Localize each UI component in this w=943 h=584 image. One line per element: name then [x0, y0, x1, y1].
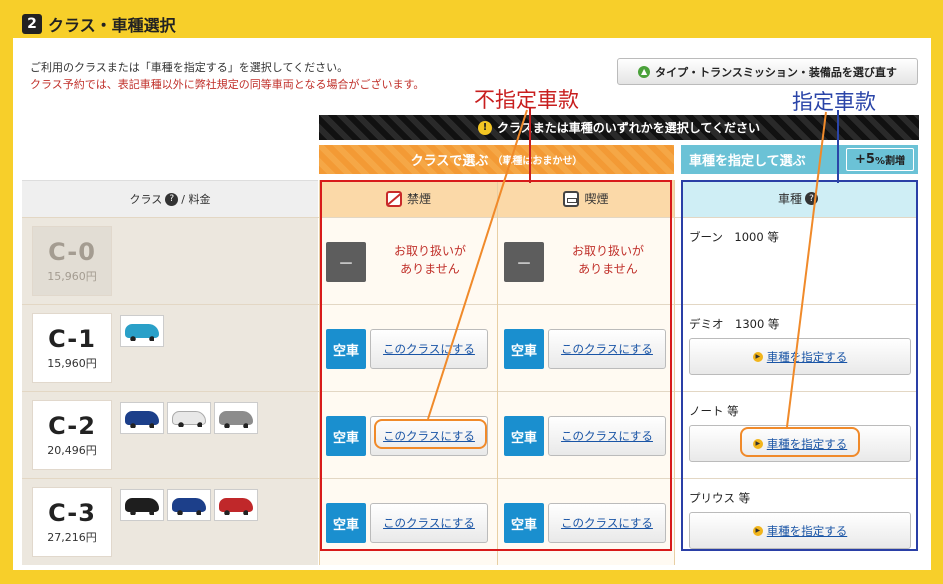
annotation-highlight-class-button: [374, 419, 487, 449]
surcharge-value: +5: [855, 152, 875, 167]
class-cell: C-1 15,960円: [22, 305, 318, 391]
class-cell: C-2 20,496円: [22, 392, 318, 478]
class-price: 15,960円: [47, 357, 97, 370]
surcharge-unit: %割増: [874, 156, 905, 167]
selection-notice-bar: ! クラスまたは車種のいずれかを選択してください: [319, 115, 919, 140]
tab-select-by-class-note: （車種はおまかせ）: [492, 156, 583, 167]
class-name: C-3: [48, 499, 96, 527]
reselect-options-label: タイプ・トランスミッション・装備品を選び直す: [655, 65, 897, 79]
warning-icon: !: [477, 120, 492, 135]
car-image: [219, 498, 253, 515]
instruction-text: ご利用のクラスまたは「車種を指定する」を選択してください。: [30, 61, 349, 74]
annotation-specified: 指定車款: [792, 90, 876, 114]
car-thumbnail[interactable]: [167, 402, 211, 434]
car-image: [125, 324, 159, 341]
tab-select-by-car-label: 車種を指定して選ぶ: [689, 154, 806, 169]
car-thumbnails: [120, 489, 258, 521]
car-image: [125, 498, 159, 515]
column-header-price-label: / 料金: [181, 193, 211, 206]
class-price: 27,216円: [47, 531, 97, 544]
column-header-class-label: クラス: [129, 193, 163, 206]
notice-text: クラス予約では、表記車種以外に弊社規定の同等車両となる場合がございます。: [30, 78, 425, 91]
annotation-unspecified: 不指定車款: [474, 88, 579, 112]
annotation-blue-frame: [681, 180, 918, 551]
section-header: 2 クラス・車種選択: [22, 12, 176, 36]
class-badge: C-0 15,960円: [32, 226, 112, 296]
tab-select-by-class: クラスで選ぶ （車種はおまかせ）: [319, 145, 674, 174]
car-thumbnail[interactable]: [120, 315, 164, 347]
annotation-red-frame: [320, 180, 672, 551]
car-image: [172, 411, 206, 427]
chevron-up-icon: ▲: [638, 65, 651, 78]
annotation-highlight-car-button: [740, 427, 860, 457]
surcharge-badge: +5 %割増: [846, 148, 914, 171]
car-image: [125, 411, 159, 428]
step-number-badge: 2: [22, 14, 42, 34]
tab-select-by-class-label: クラスで選ぶ: [410, 154, 489, 169]
car-image: [219, 411, 253, 428]
class-name: C-2: [48, 412, 96, 440]
car-image: [172, 498, 206, 515]
car-thumbnail[interactable]: [214, 402, 258, 434]
reselect-options-button[interactable]: ▲ タイプ・トランスミッション・装備品を選び直す: [617, 58, 918, 85]
car-thumbnails: [120, 315, 164, 347]
column-divider: [674, 180, 675, 565]
tab-select-by-car: 車種を指定して選ぶ +5 %割増: [681, 145, 918, 174]
class-cell: C-0 15,960円: [22, 218, 318, 304]
car-thumbnail[interactable]: [167, 489, 211, 521]
section-title: クラス・車種選択: [48, 16, 176, 35]
car-thumbnail[interactable]: [214, 489, 258, 521]
help-icon[interactable]: ?: [165, 192, 179, 206]
column-header-class: クラス ? / 料金: [22, 180, 318, 217]
class-badge: C-1 15,960円: [32, 313, 112, 383]
class-name: C-1: [48, 325, 96, 353]
car-thumbnail[interactable]: [120, 489, 164, 521]
class-price: 20,496円: [47, 444, 97, 457]
class-name: C-0: [48, 238, 96, 266]
class-cell: C-3 27,216円: [22, 479, 318, 565]
class-price: 15,960円: [47, 270, 97, 283]
car-thumbnails: [120, 402, 258, 434]
class-badge: C-3 27,216円: [32, 487, 112, 557]
class-badge: C-2 20,496円: [32, 400, 112, 470]
car-thumbnail[interactable]: [120, 402, 164, 434]
selection-notice-label: クラスまたは車種のいずれかを選択してください: [496, 121, 761, 135]
